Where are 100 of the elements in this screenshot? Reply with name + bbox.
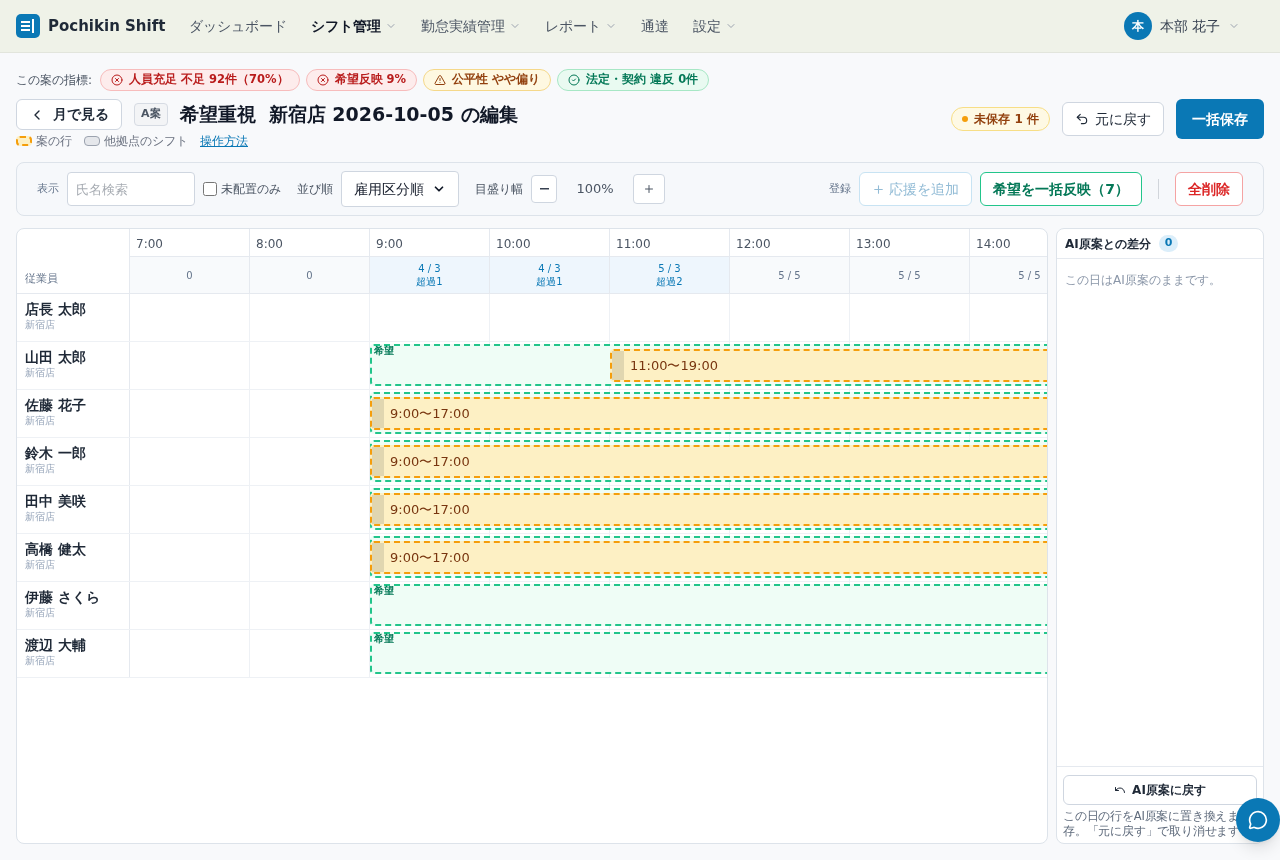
employee-name: 佐藤 花子 [25,396,87,414]
apply-hopes-button[interactable]: 希望を一括反映（7） [980,172,1142,206]
name-search-field[interactable]: 氏名検索 [67,172,195,206]
note-text: 存。「元に戻す」で取り消せます [1063,824,1240,839]
coverage-cell: 5 / 5 [970,257,1047,293]
status-icon [111,74,124,86]
coverage-cell: 5 / 3 超過2 [610,257,730,293]
hour-label: 9:00 [370,229,490,256]
resize-handle[interactable] [372,447,384,476]
hope-label: 希望 [374,585,394,597]
coverage-cell: 4 / 3 超過1 [490,257,610,293]
dashed-swatch-icon [16,136,32,146]
zoom-out-button[interactable] [531,175,557,203]
indicator-badge: 法定・契約 違反 0件 [557,69,710,91]
logo-icon [16,14,40,38]
hour-label: 8:00 [250,229,370,256]
chat-icon [1248,810,1268,830]
nav-menu-item[interactable]: 設定 [689,15,742,37]
diff-panel-title: AI原案との差分 [1065,235,1151,253]
back-button[interactable]: 月で見る [16,99,122,130]
legend-label: 他拠点のシフト [104,133,188,150]
shift-time: 9:00〜17:00 [390,500,470,519]
hope-block[interactable]: 希望 11:00〜19:00 [370,344,1047,386]
employee-store: 新宿店 [25,318,56,331]
employee-store: 新宿店 [25,558,56,571]
hour-label: 13:00 [850,229,970,256]
coverage-cell: 0 [130,257,250,293]
nav-menu-item[interactable]: 通達 [637,15,674,37]
scale-label: 目盛り幅 [475,181,523,198]
revert-ai-button[interactable]: AI原案に戻す [1063,775,1257,805]
checkbox[interactable] [203,182,217,196]
employee-store: 新宿店 [25,366,56,379]
shift-time: 11:00〜19:00 [630,356,718,375]
hope-block[interactable]: 希望 [370,584,1047,626]
register-label: 登録 [829,180,852,197]
shift-time: 9:00〜17:00 [390,548,470,567]
save-all-button[interactable]: 一括保存 [1176,99,1264,139]
employee-name: 高橋 健太 [25,540,87,558]
resize-handle[interactable] [612,351,624,380]
note-text: この日の行をAI原案に置き換えま [1063,809,1240,824]
employee-name: 田中 美咲 [25,492,87,510]
coverage-cell: 4 / 3 超過1 [370,257,490,293]
employee-store: 新宿店 [25,414,56,427]
sort-select[interactable]: 雇用区分順 [341,171,459,207]
rounded-swatch-icon [84,136,100,146]
nav-menu-item[interactable]: レポート [541,15,622,37]
scale-value: 100% [575,180,615,199]
chat-button[interactable] [1236,798,1280,842]
undo-icon [1114,784,1127,796]
nav-menu-item[interactable]: ダッシュボード [185,15,292,37]
zoom-in-button[interactable] [633,174,665,204]
indicator-badge: 希望反映 9% [305,69,418,91]
hour-label: 12:00 [730,229,850,256]
shift-bar[interactable]: 11:00〜19:00 [610,349,1047,382]
indicator-badge: 人員充足 不足 92件（70%） [100,69,300,91]
coverage-cell: 5 / 5 [730,257,850,293]
hope-label: 希望 [374,633,394,645]
display-label: 表示 [37,180,59,197]
hour-label: 10:00 [490,229,610,256]
indicators-label: この案の指標: [16,72,93,89]
hope-block[interactable]: 希望 [370,632,1047,674]
diff-count-badge: 0 [1158,235,1179,252]
user-avatar: 本 [1123,12,1152,40]
resize-handle[interactable] [372,399,384,428]
page-title: 希望重視 新宿店 2026-10-05 の編集 [179,102,518,128]
checkbox-label[interactable]: 未配置のみ [221,180,281,198]
empty-message: この日はAI原案のままです。 [1064,272,1222,289]
status-icon [316,74,329,86]
employee-name: 鈴木 一郎 [25,444,87,462]
help-link[interactable]: 操作方法 [200,132,248,150]
user-name: 本部 花子 [1159,16,1220,36]
employee-store: 新宿店 [25,510,56,523]
undo-icon [1075,112,1089,126]
unsaved-badge: 未保存 1 件 [951,107,1050,131]
shift-time: 9:00〜17:00 [390,452,470,471]
plan-badge: A案 [134,103,168,126]
indicator-badge: 公平性 やや偏り [423,69,552,91]
minus-icon [539,188,549,190]
resize-handle[interactable] [372,543,384,572]
status-icon [434,74,447,86]
employee-store: 新宿店 [25,462,56,475]
hope-label: 希望 [374,345,394,357]
app-name: Pochikin Shift [48,15,166,37]
coverage-cell: 5 / 5 [850,257,970,293]
nav-menu-item[interactable]: 勤怠実績管理 [417,15,526,37]
user-menu[interactable]: 本 本部 花子 [1123,12,1240,40]
sort-label: 並び順 [297,181,333,198]
undo-button[interactable]: 元に戻す [1062,102,1164,136]
legend-label: 案の行 [36,133,72,150]
plus-icon [872,182,886,196]
nav-menu-item[interactable]: シフト管理 [307,15,402,37]
employee-store: 新宿店 [25,606,56,619]
shift-time: 9:00〜17:00 [390,404,470,423]
hour-label: 11:00 [610,229,730,256]
employee-name: 店長 太郎 [25,300,87,318]
delete-all-button[interactable]: 全削除 [1175,172,1243,206]
employee-name: 伊藤 さくら [25,588,101,606]
resize-handle[interactable] [372,495,384,524]
plus-icon [643,183,655,195]
employee-name: 渡辺 大輔 [25,636,87,654]
